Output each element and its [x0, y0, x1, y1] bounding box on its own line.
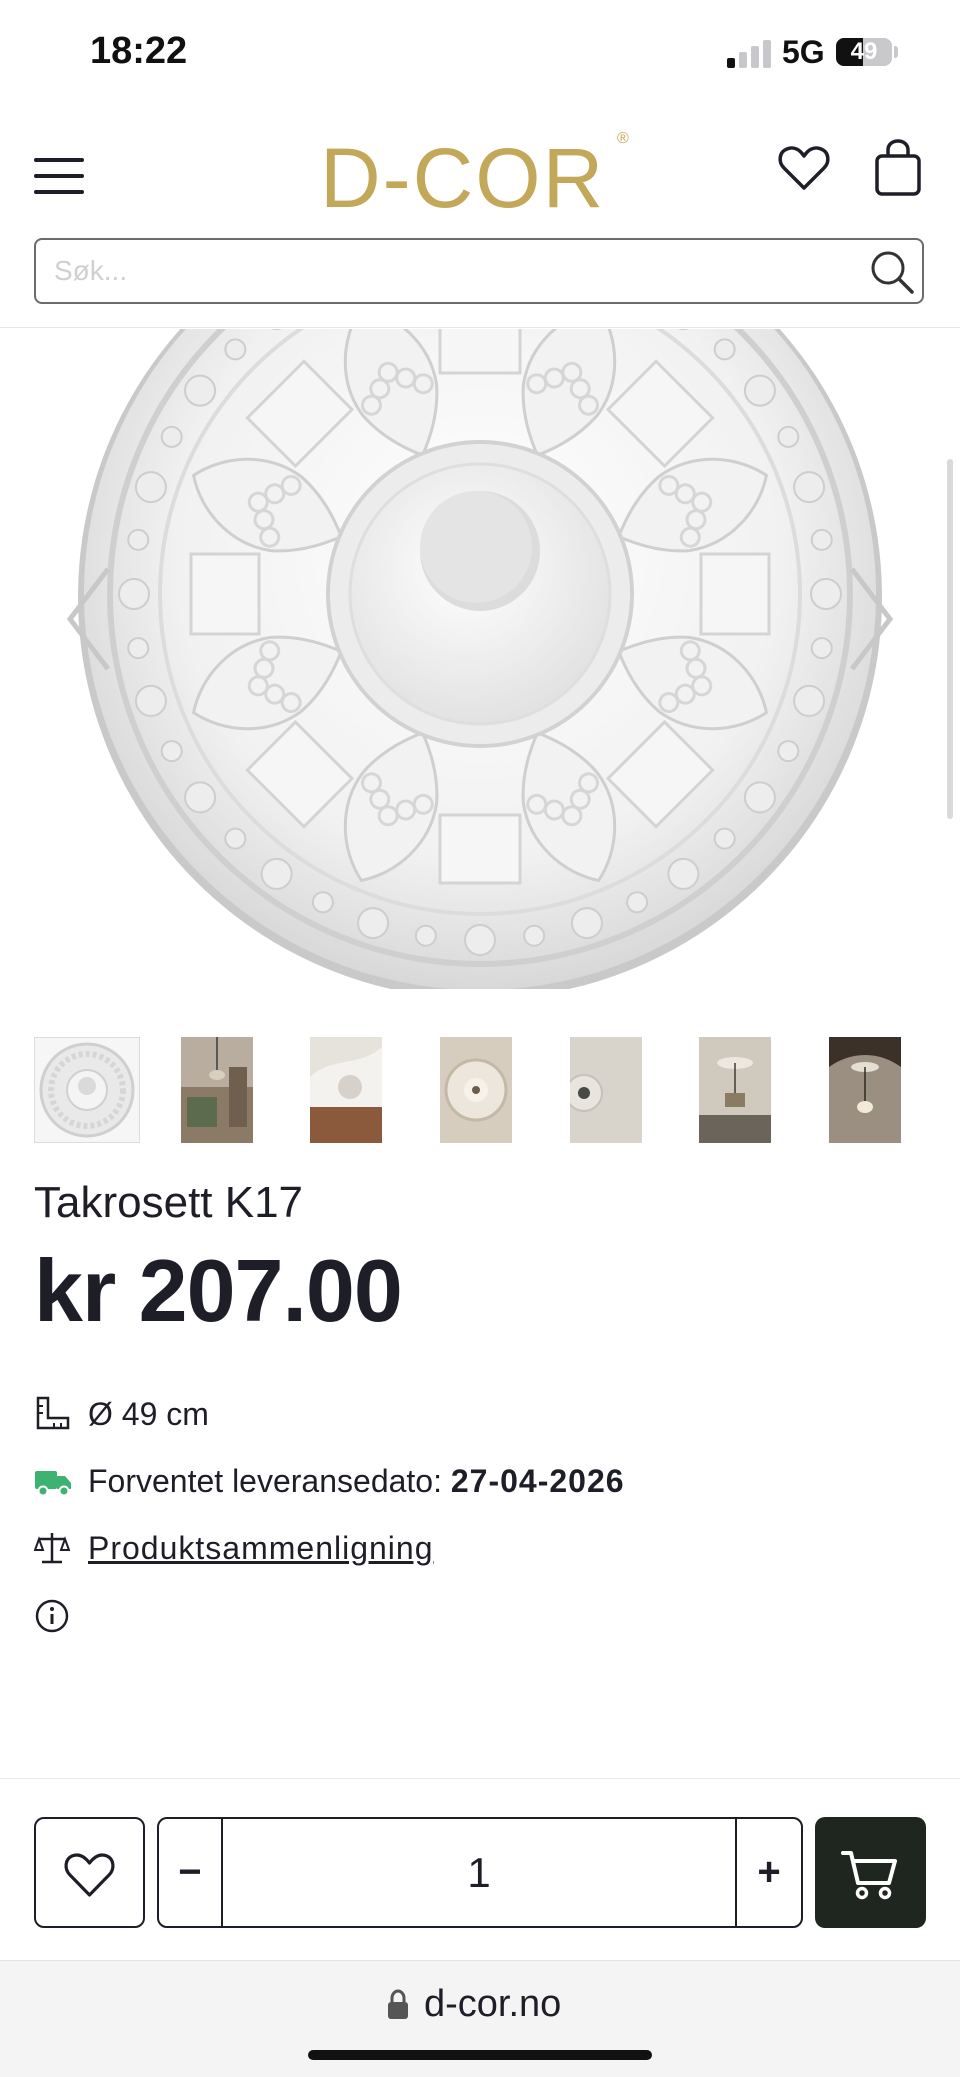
rosette-bead — [184, 374, 217, 407]
rosette-bead — [224, 827, 247, 850]
rosette-bead — [743, 781, 776, 814]
chevron-right-icon[interactable] — [840, 529, 900, 709]
rosette-bead — [311, 891, 334, 914]
hamburger-menu-icon[interactable] — [30, 150, 86, 202]
dimension-row: Ø 49 cm — [34, 1392, 924, 1436]
rosette-bead — [260, 857, 293, 890]
thumbnail-rosette[interactable] — [34, 1037, 140, 1143]
product-price: kr 207.00 — [34, 1241, 403, 1340]
battery-tip — [894, 46, 898, 58]
scale-icon — [33, 1530, 71, 1566]
battery-percent: 49 — [850, 38, 878, 65]
delivery-date: 27-04-2026 — [450, 1463, 625, 1499]
product-image-gallery[interactable] — [0, 329, 960, 989]
rosette-bead — [160, 740, 183, 763]
rosette-bead — [127, 637, 150, 660]
network-type: 5G — [782, 34, 825, 70]
rosette-panel — [438, 329, 522, 375]
rosette-bead — [793, 471, 826, 504]
rosette-bead — [134, 471, 167, 504]
rosette-bead — [160, 425, 183, 448]
wishlist-heart-icon[interactable] — [776, 140, 832, 196]
search-bar — [34, 238, 924, 304]
search-icon[interactable] — [868, 248, 916, 296]
rosette-bead — [810, 637, 833, 660]
rosette-bead — [810, 528, 833, 551]
page-scrollbar[interactable] — [947, 459, 953, 819]
thumbnail-rosette-photo[interactable] — [440, 1037, 512, 1143]
rosette-bead — [464, 924, 496, 956]
rosette-bead — [184, 781, 217, 814]
decrease-quantity-button[interactable]: − — [159, 1819, 223, 1926]
product-main-image — [78, 329, 882, 989]
info-row — [34, 1594, 924, 1638]
rosette-bead — [414, 924, 437, 947]
dimension-text: Ø 49 cm — [88, 1396, 209, 1432]
delivery-truck-icon — [34, 1463, 71, 1499]
thumbnail-strip — [34, 1037, 924, 1145]
rosette-panel — [438, 813, 522, 885]
shopping-bag-icon[interactable] — [872, 138, 924, 198]
search-input[interactable] — [54, 250, 834, 292]
cart-icon — [841, 1851, 897, 1900]
battery-icon: 49 — [836, 38, 892, 66]
add-to-cart-button[interactable] — [815, 1817, 926, 1928]
rosette-bead — [224, 338, 247, 361]
rosette-panel — [189, 552, 261, 636]
site-header: D-COR ® — [0, 110, 960, 328]
rosette-bead — [713, 827, 736, 850]
rosette-bead — [777, 425, 800, 448]
rosette-bead — [357, 907, 390, 940]
increase-quantity-button[interactable]: + — [735, 1819, 801, 1926]
status-bar: 18:22 5G 49 — [0, 0, 960, 110]
thumbnail-pendant-photo[interactable] — [699, 1037, 771, 1143]
rosette-bead — [743, 374, 776, 407]
delivery-text: Forventet leveransedato: 27-04-2026 — [88, 1459, 625, 1503]
rosette-bead — [810, 578, 842, 610]
add-to-cart-bar: − + — [0, 1778, 960, 1960]
rosette-bead — [134, 684, 167, 717]
rosette-bead — [523, 924, 546, 947]
thumbnail-dark-room-photo[interactable] — [829, 1037, 901, 1143]
thumbnail-ceiling-photo[interactable] — [570, 1037, 642, 1143]
rosette-bead — [713, 338, 736, 361]
quantity-stepper: − + — [157, 1817, 803, 1928]
thumbnail-closeup-photo[interactable] — [310, 1037, 382, 1143]
info-icon[interactable] — [34, 1598, 70, 1634]
quantity-input[interactable] — [223, 1819, 735, 1926]
add-to-wishlist-button[interactable] — [34, 1817, 145, 1928]
thumbnail-room-photo[interactable] — [181, 1037, 253, 1143]
url-text[interactable]: d-cor.no — [424, 1983, 561, 2026]
rosette-bead — [570, 907, 603, 940]
rosette-bead — [626, 891, 649, 914]
delivery-row: Forventet leveransedato: 27-04-2026 — [34, 1459, 924, 1503]
browser-address-bar[interactable]: d-cor.no — [0, 1960, 960, 2077]
rosette-panel — [699, 552, 771, 636]
rosette-bead — [777, 740, 800, 763]
rosette-bead — [118, 578, 150, 610]
product-title: Takrosett K17 — [34, 1178, 304, 1227]
signal-strength-icon — [727, 38, 771, 68]
rosette-bead — [793, 684, 826, 717]
compare-row: Produktsammenligning — [33, 1526, 924, 1570]
status-time: 18:22 — [90, 30, 188, 72]
product-compare-link[interactable]: Produktsammenligning — [88, 1526, 434, 1570]
ruler-icon — [34, 1396, 70, 1432]
delivery-label: Forventet leveransedato: — [88, 1463, 442, 1499]
registered-mark: ® — [617, 130, 629, 147]
heart-icon — [64, 1853, 115, 1897]
site-logo[interactable]: D-COR — [320, 130, 605, 227]
chevron-left-icon[interactable] — [60, 529, 120, 709]
lock-icon — [386, 1989, 410, 2021]
rosette-bead — [667, 857, 700, 890]
rosette-bead — [127, 528, 150, 551]
home-indicator[interactable] — [308, 2050, 652, 2060]
